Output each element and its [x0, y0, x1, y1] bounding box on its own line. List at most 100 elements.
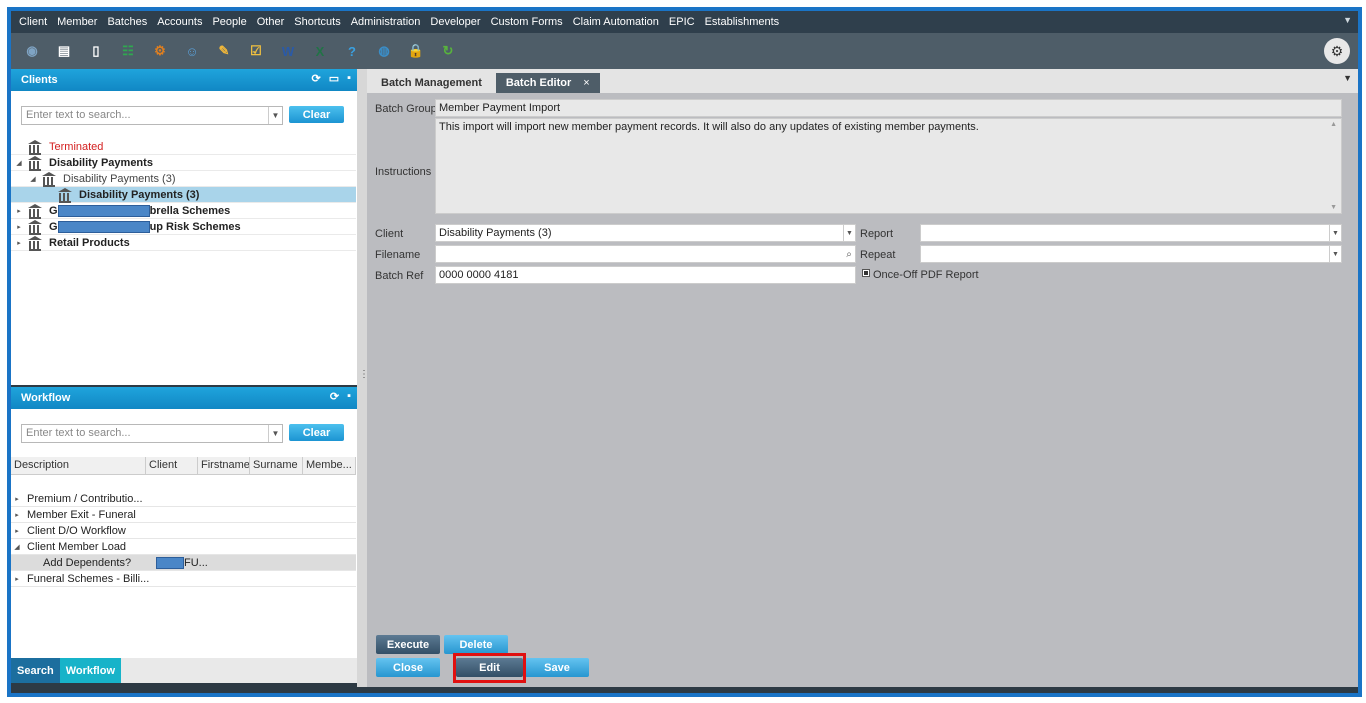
- table-row[interactable]: ▸ Premium / Contributio...: [11, 491, 356, 507]
- redacted-block: [156, 556, 184, 569]
- user-settings-icon[interactable]: ☺: [179, 38, 205, 64]
- clients-clear-button[interactable]: Clear: [289, 106, 344, 123]
- document-icon[interactable]: ▯: [83, 38, 109, 64]
- note-icon[interactable]: ✎: [211, 38, 237, 64]
- excel-icon[interactable]: X: [307, 38, 333, 64]
- menu-custom-forms[interactable]: Custom Forms: [491, 16, 563, 28]
- dropdown-arrow-icon[interactable]: ▼: [268, 425, 282, 442]
- help-icon[interactable]: ?: [339, 38, 365, 64]
- person-icon[interactable]: ◉: [19, 38, 45, 64]
- edit-highlight-box: [453, 653, 526, 683]
- table-row[interactable]: ◢ Client Member Load: [11, 539, 356, 555]
- batch-ref-field[interactable]: 0000 0000 4181: [435, 266, 856, 284]
- menu-shortcuts[interactable]: Shortcuts: [294, 16, 340, 28]
- table-row[interactable]: Add Dependents? FU...: [11, 555, 356, 571]
- table-row[interactable]: ▸ Member Exit - Funeral: [11, 507, 356, 523]
- expand-arrow-icon[interactable]: ◢: [29, 175, 37, 183]
- menu-batches[interactable]: Batches: [107, 16, 147, 28]
- tree-item[interactable]: ▸ Gbrella Schemes: [11, 203, 356, 219]
- close-button[interactable]: Close: [376, 658, 440, 677]
- dropdown-arrow-icon[interactable]: ▼: [1329, 246, 1341, 262]
- expand-arrow-icon[interactable]: ▸: [15, 223, 23, 231]
- menu-establishments[interactable]: Establishments: [705, 16, 780, 28]
- repeat-select[interactable]: ▼: [920, 245, 1342, 263]
- save-button[interactable]: Save: [525, 658, 589, 677]
- pin-icon[interactable]: ▪: [347, 72, 351, 85]
- expand-arrow-icon[interactable]: ▸: [15, 239, 23, 247]
- filename-input[interactable]: ⌕: [435, 245, 856, 263]
- panel-splitter[interactable]: ⋮: [357, 69, 369, 687]
- report-select[interactable]: ▼: [920, 224, 1342, 242]
- client-select[interactable]: Disability Payments (3) ▼: [435, 224, 856, 242]
- refresh-icon[interactable]: ↻: [435, 38, 461, 64]
- menu-client[interactable]: Client: [19, 16, 47, 28]
- tree-item[interactable]: ◢ Disability Payments: [11, 155, 356, 171]
- menu-accounts[interactable]: Accounts: [157, 16, 202, 28]
- expand-arrow-icon[interactable]: ▸: [11, 575, 23, 583]
- once-off-pdf-label: Once-Off PDF Report: [873, 269, 979, 281]
- network-icon[interactable]: ⚙: [147, 38, 173, 64]
- globe-icon[interactable]: ◍: [371, 38, 397, 64]
- tab-batch-management[interactable]: Batch Management: [371, 73, 492, 93]
- column-firstname[interactable]: Firstname: [198, 457, 250, 474]
- settings-lock-icon[interactable]: ⚙: [1324, 38, 1350, 64]
- expand-arrow-icon[interactable]: ▸: [11, 511, 23, 519]
- column-member[interactable]: Membe...: [303, 457, 356, 474]
- tab-search[interactable]: Search: [11, 658, 60, 683]
- id-card-icon[interactable]: ▤: [51, 38, 77, 64]
- refresh-icon[interactable]: ⟳: [311, 72, 320, 85]
- menu-administration[interactable]: Administration: [351, 16, 421, 28]
- column-client[interactable]: Client: [146, 457, 198, 474]
- column-surname[interactable]: Surname: [250, 457, 303, 474]
- expand-arrow-icon[interactable]: ▸: [11, 495, 23, 503]
- dropdown-arrow-icon[interactable]: ▼: [1329, 225, 1341, 241]
- pin-icon[interactable]: ▪: [347, 390, 351, 403]
- once-off-pdf-checkbox[interactable]: [862, 269, 870, 277]
- dropdown-arrow-icon[interactable]: ▼: [843, 225, 855, 241]
- expand-arrow-icon[interactable]: ▸: [11, 527, 23, 535]
- workflow-clear-button[interactable]: Clear: [289, 424, 344, 441]
- org-chart-icon[interactable]: ☷: [115, 38, 141, 64]
- menu-claim-automation[interactable]: Claim Automation: [573, 16, 659, 28]
- chevron-down-icon[interactable]: ▼: [1343, 73, 1352, 83]
- tab-batch-editor[interactable]: Batch Editor ×: [495, 73, 600, 93]
- workflow-panel: Workflow ⟳ ▪ Enter text to search... ▼ C…: [11, 387, 357, 658]
- bottom-tabs: Search Workflow: [11, 658, 357, 683]
- execute-button[interactable]: Execute: [376, 635, 440, 654]
- tree-item-prefix: G: [49, 204, 58, 217]
- expand-arrow-icon[interactable]: ◢: [15, 159, 23, 167]
- lock-icon[interactable]: 🔒: [403, 38, 429, 64]
- menu-epic[interactable]: EPIC: [669, 16, 695, 28]
- tree-item[interactable]: Terminated: [11, 139, 356, 155]
- word-icon[interactable]: W: [275, 38, 301, 64]
- refresh-icon[interactable]: ⟳: [330, 390, 339, 403]
- column-description[interactable]: Description: [11, 457, 146, 474]
- dropdown-arrow-icon[interactable]: ▼: [268, 107, 282, 124]
- tree-item[interactable]: ▸ Retail Products: [11, 235, 356, 251]
- menu-developer[interactable]: Developer: [430, 16, 480, 28]
- maximize-icon[interactable]: ▭: [329, 72, 339, 85]
- workflow-search-input[interactable]: Enter text to search... ▼: [21, 424, 283, 443]
- checklist-icon[interactable]: ☑: [243, 38, 269, 64]
- scroll-up-icon[interactable]: ▲: [1330, 121, 1337, 128]
- close-tab-icon[interactable]: ×: [583, 77, 589, 89]
- search-icon[interactable]: ⌕: [843, 246, 855, 262]
- menu-member[interactable]: Member: [57, 16, 97, 28]
- delete-button[interactable]: Delete: [444, 635, 508, 654]
- tree-item[interactable]: ◢ Disability Payments (3): [11, 171, 356, 187]
- menu-people[interactable]: People: [212, 16, 246, 28]
- table-row[interactable]: ▸ Client D/O Workflow: [11, 523, 356, 539]
- app-window: Client Member Batches Accounts People Ot…: [7, 7, 1362, 697]
- tab-workflow[interactable]: Workflow: [59, 658, 121, 683]
- menu-other[interactable]: Other: [257, 16, 285, 28]
- menu-bar: Client Member Batches Accounts People Ot…: [11, 11, 1358, 33]
- expand-arrow-icon[interactable]: ◢: [11, 543, 23, 551]
- clients-search-input[interactable]: Enter text to search... ▼: [21, 106, 283, 125]
- tree-item[interactable]: Disability Payments (3): [11, 187, 356, 203]
- table-row[interactable]: ▸ Funeral Schemes - Billi...: [11, 571, 356, 587]
- instructions-field[interactable]: This import will import new member payme…: [435, 118, 1342, 214]
- chevron-down-icon[interactable]: ▼: [1343, 15, 1352, 25]
- expand-arrow-icon[interactable]: ▸: [15, 207, 23, 215]
- scroll-down-icon[interactable]: ▼: [1330, 204, 1337, 211]
- tree-item[interactable]: ▸ Gup Risk Schemes: [11, 219, 356, 235]
